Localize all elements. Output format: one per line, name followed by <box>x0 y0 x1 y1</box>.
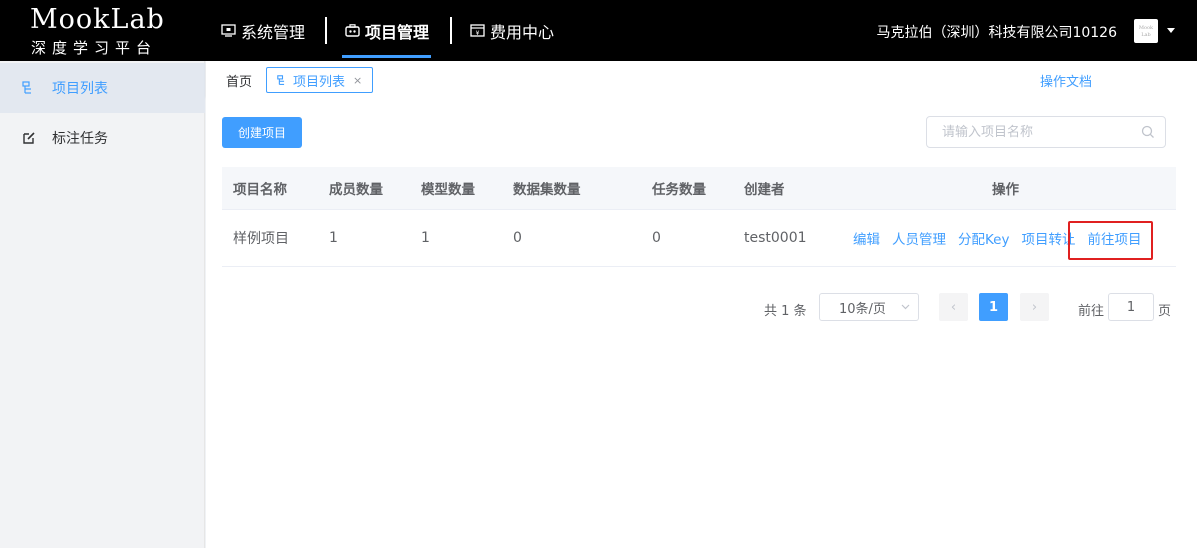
docs-link[interactable]: 操作文档 <box>1040 71 1092 90</box>
briefcase-icon <box>345 24 360 37</box>
search-input[interactable] <box>927 117 1132 147</box>
next-page-button[interactable]: › <box>1020 293 1049 321</box>
header-task-count: 任务数量 <box>652 182 706 198</box>
cell-member-count: 1 <box>329 230 338 246</box>
company-name[interactable]: 马克拉伯（深圳）科技有限公司10126 <box>876 22 1117 42</box>
project-table: 项目名称 成员数量 模型数量 数据集数量 任务数量 创建者 操作 样例项目 1 … <box>222 167 1176 267</box>
page-number-button[interactable]: 1 <box>979 293 1008 321</box>
page-size-value: 10条/页 <box>839 301 886 317</box>
highlight-box <box>1068 221 1153 260</box>
chevron-down-icon <box>901 304 910 310</box>
sidebar-item-label: 项目列表 <box>52 81 108 97</box>
top-bar: MookLab 深度学习平台 系统管理 项目管理 ¥ 费用中心 马克拉伯（深圳）… <box>0 0 1197 61</box>
nav-divider <box>450 17 452 44</box>
tab-label: 项目列表 <box>293 74 346 90</box>
page-size-select[interactable]: 10条/页 <box>819 293 919 321</box>
sidebar-item-label: 标注任务 <box>52 131 108 147</box>
sidebar-item-project-list[interactable]: 项目列表 <box>0 63 205 113</box>
avatar[interactable]: Mook Lab <box>1134 19 1158 43</box>
edit-icon <box>23 132 35 144</box>
table-row: 样例项目 1 1 0 0 test0001 编辑 人员管理 分配Key 项目转让… <box>222 210 1176 267</box>
sidebar-item-annotation-tasks[interactable]: 标注任务 <box>0 113 205 163</box>
nav-system-management[interactable]: 系统管理 <box>221 0 305 61</box>
goto-label: 前往 <box>1078 304 1105 319</box>
main-content: 创建项目 项目名称 成员数量 模型数量 数据集数量 任务数量 创建者 操作 样例… <box>206 97 1197 548</box>
tab-project-list[interactable]: 项目列表 × <box>266 67 374 93</box>
close-icon[interactable]: × <box>353 74 362 87</box>
nav-billing-label: 费用中心 <box>490 22 555 42</box>
table-header: 项目名称 成员数量 模型数量 数据集数量 任务数量 创建者 操作 <box>222 167 1176 210</box>
assign-key-link[interactable]: 分配Key <box>958 228 1009 248</box>
header-project-name: 项目名称 <box>233 182 287 198</box>
nav-active-indicator <box>342 55 431 58</box>
cell-dataset-count: 0 <box>513 230 522 246</box>
search-box <box>926 116 1166 148</box>
logo[interactable]: MookLab 深度学习平台 <box>30 4 180 58</box>
pagination-total: 共 1 条 <box>764 304 807 319</box>
sidebar: 项目列表 标注任务 <box>0 61 205 548</box>
header-member-count: 成员数量 <box>329 182 383 198</box>
search-icon[interactable] <box>1141 125 1155 139</box>
header-dataset-count: 数据集数量 <box>513 182 581 198</box>
tab-home[interactable]: 首页 <box>226 71 252 90</box>
page-unit-label: 页 <box>1158 304 1172 319</box>
logo-main-text: MookLab <box>30 4 165 35</box>
cell-creator: test0001 <box>744 230 807 246</box>
create-project-button[interactable]: 创建项目 <box>222 117 302 148</box>
cell-model-count: 1 <box>421 230 430 246</box>
nav-project-label: 项目管理 <box>365 22 430 42</box>
wallet-icon: ¥ <box>470 24 485 37</box>
logo-sub-text: 深度学习平台 <box>31 39 158 57</box>
svg-text:¥: ¥ <box>476 30 480 37</box>
nav-billing-center[interactable]: ¥ 费用中心 <box>470 0 554 61</box>
edit-link[interactable]: 编辑 <box>853 228 880 248</box>
project-tree-icon <box>22 81 31 94</box>
chevron-down-icon[interactable] <box>1167 28 1175 33</box>
prev-page-button[interactable]: ‹ <box>939 293 968 321</box>
header-model-count: 模型数量 <box>421 182 475 198</box>
nav-divider <box>325 17 327 44</box>
header-creator: 创建者 <box>744 182 785 198</box>
cell-project-name: 样例项目 <box>233 231 289 247</box>
project-tree-icon <box>277 74 285 85</box>
nav-project-management[interactable]: 项目管理 <box>345 0 429 61</box>
tabs-bar: 首页 项目列表 × 操作文档 <box>206 61 1197 97</box>
monitor-icon <box>221 24 236 37</box>
goto-page-input[interactable] <box>1108 293 1154 321</box>
member-management-link[interactable]: 人员管理 <box>892 228 946 248</box>
nav-system-label: 系统管理 <box>241 22 306 42</box>
header-actions: 操作 <box>992 182 1019 198</box>
cell-task-count: 0 <box>652 230 661 246</box>
